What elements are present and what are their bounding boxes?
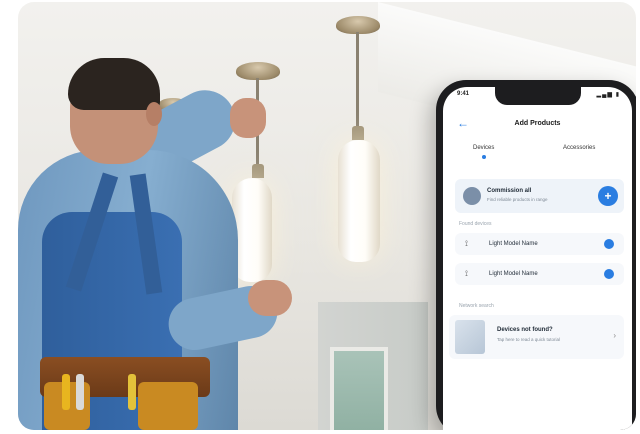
commission-title: Commission all [487, 188, 532, 194]
add-device-button[interactable] [604, 239, 614, 249]
screwdriver [76, 374, 84, 410]
section-found: Found devices [459, 221, 492, 227]
device-row[interactable]: ⟟ Light Model Name [455, 233, 624, 255]
pliers [128, 374, 136, 410]
phone-notch [494, 87, 581, 105]
bulb-icon: ⟟ [465, 269, 468, 278]
lamp-rod [356, 32, 359, 127]
device-label: Light Model Name [489, 241, 538, 247]
not-found-subtitle: Tap here to read a quick tutorial [497, 337, 561, 342]
commission-all-card[interactable]: Commission all Find reliable products in… [455, 179, 624, 213]
tutorial-thumbnail [455, 320, 485, 354]
device-row[interactable]: ⟟ Light Model Name [455, 263, 624, 285]
section-search: Network search [459, 303, 494, 309]
not-found-title: Devices not found? [497, 327, 553, 333]
devices-not-found-card[interactable]: Devices not found? Tap here to read a qu… [449, 315, 624, 359]
device-label: Light Model Name [489, 271, 538, 277]
hair [68, 58, 160, 110]
raised-hand [230, 98, 266, 138]
screwdriver [62, 374, 70, 410]
ear [146, 102, 162, 126]
window [330, 347, 388, 430]
pendant-lamp [338, 140, 380, 262]
status-icons: ▂▄▆ ▮ [596, 92, 620, 98]
active-tab-indicator [482, 155, 486, 159]
phone-screen: 9:41 ▂▄▆ ▮ ← Add Products Devices Access… [443, 87, 632, 430]
hero-photo: 9:41 ▂▄▆ ▮ ← Add Products Devices Access… [18, 2, 636, 430]
chevron-right-icon: › [613, 331, 616, 340]
tab-devices[interactable]: Devices [473, 145, 494, 151]
tab-accessories[interactable]: Accessories [563, 145, 595, 151]
bulb-icon: ⟟ [465, 239, 468, 248]
page-title: Add Products [514, 120, 561, 127]
add-all-button[interactable]: + [598, 186, 618, 206]
status-time: 9:41 [457, 91, 470, 97]
pendant-lamp [232, 178, 272, 282]
commission-subtitle: Find reliable products in range [487, 197, 548, 202]
add-device-button[interactable] [604, 269, 614, 279]
phone-mockup: 9:41 ▂▄▆ ▮ ← Add Products Devices Access… [436, 80, 636, 430]
lower-hand [248, 280, 292, 316]
tool-pouch [138, 382, 198, 430]
commission-avatar [463, 187, 481, 205]
lamp-cap [252, 164, 264, 178]
lamp-cap [352, 126, 364, 140]
